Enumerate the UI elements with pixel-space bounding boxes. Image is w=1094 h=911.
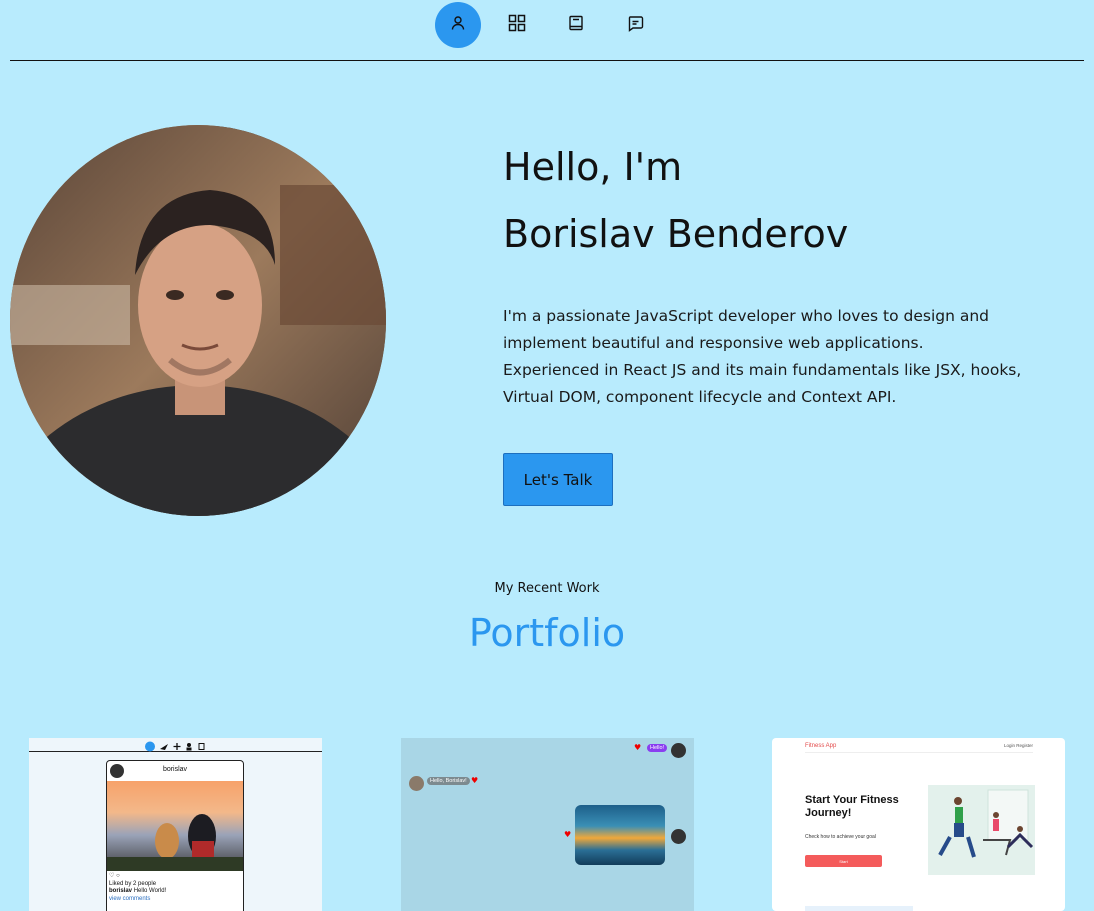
card-social-caption: ♡ ○ Liked by 2 people borislav Hello Wor…	[109, 873, 166, 903]
portfolio-card-chat[interactable]: ♥ Hello! Hello, Borislav! ♥ ♥	[401, 738, 694, 911]
avatar	[671, 743, 686, 758]
avatar	[409, 776, 424, 791]
card-fitness-divider	[805, 752, 1033, 753]
card-fitness-illustration	[928, 785, 1035, 875]
avatar	[671, 829, 686, 844]
heart-icon: ♥	[471, 776, 479, 785]
hero-name: Borislav Benderov	[503, 212, 849, 256]
chat-image-message	[575, 805, 665, 865]
card-fitness-start-button: Start	[805, 855, 882, 867]
book-icon	[568, 15, 584, 35]
card-fitness-brand: Fitness App	[805, 743, 837, 749]
chat-message-received: Hello, Borislav!	[427, 777, 470, 785]
nav-about-button[interactable]	[435, 2, 481, 48]
card-social-navbar	[29, 738, 322, 752]
lets-talk-button[interactable]: Let's Talk	[503, 453, 613, 506]
portfolio-card-fitness[interactable]: Fitness App Login Register Start Your Fi…	[772, 738, 1065, 911]
grid-icon	[508, 14, 526, 36]
portfolio-title: Portfolio	[468, 611, 626, 655]
top-nav	[0, 0, 1094, 60]
card-social-likes: Liked by 2 people	[109, 880, 157, 887]
card-fitness-headline: Start Your Fitness Journey!	[805, 794, 899, 819]
card-social-comments-link: view comments	[109, 895, 151, 902]
comment-icon: ○	[116, 873, 120, 879]
nav-divider	[10, 60, 1084, 61]
portfolio-card-social[interactable]: borislav ♡ ○ Liked by 2 people borislav …	[29, 738, 322, 911]
profile-photo	[10, 125, 386, 516]
card-social-caption-text: Hello World!	[133, 888, 167, 894]
nav-contact-button[interactable]	[612, 2, 658, 48]
nav-resume-button[interactable]	[553, 2, 599, 48]
user-icon	[450, 15, 466, 35]
message-icon	[627, 15, 644, 36]
nav-portfolio-button[interactable]	[494, 2, 540, 48]
card-fitness-subtext: Check how to achieve your goal	[805, 834, 876, 840]
card-fitness-footer-strip	[805, 906, 913, 911]
card-social-username: borislav	[162, 766, 188, 773]
hero-greeting: Hello, I'm	[503, 145, 683, 189]
heart-icon: ♥	[564, 830, 572, 839]
heart-icon: ♡	[109, 873, 115, 879]
card-social-photo	[107, 781, 243, 871]
chat-message-sent: Hello!	[647, 744, 668, 752]
hero-description: I'm a passionate JavaScript developer wh…	[503, 307, 1022, 406]
card-fitness-nav-links: Login Register	[1003, 743, 1033, 748]
card-social-caption-user: borislav	[109, 888, 133, 894]
heart-icon: ♥	[634, 743, 642, 752]
portfolio-subtitle: My Recent Work	[494, 581, 600, 596]
card-social-post: borislav ♡ ○ Liked by 2 people borislav …	[106, 760, 244, 911]
